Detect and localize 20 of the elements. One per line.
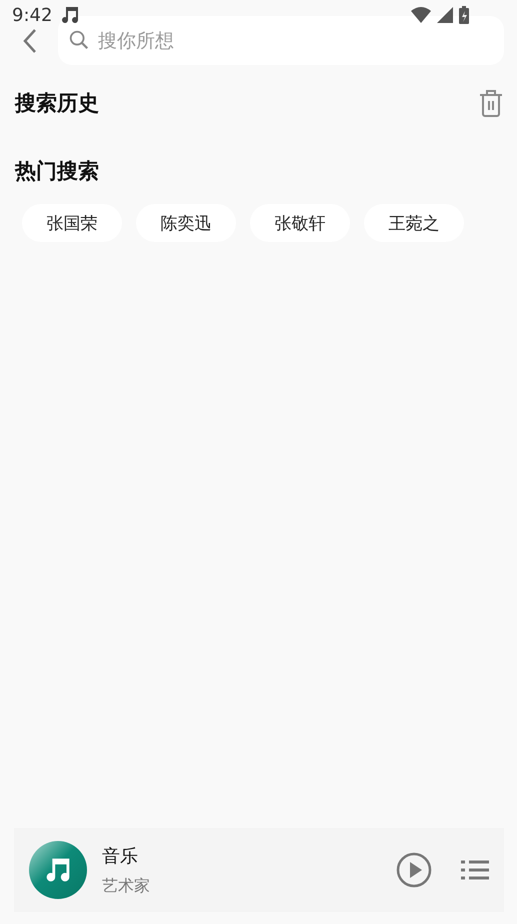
section-title: 热门搜索 xyxy=(15,158,99,185)
search-tag[interactable]: 张国荣 xyxy=(22,204,122,242)
search-icon xyxy=(68,29,90,51)
artist-name: 艺术家 xyxy=(102,876,151,896)
trash-icon xyxy=(479,89,503,117)
battery-icon xyxy=(459,6,469,24)
status-time: 9:42 xyxy=(12,4,52,26)
wifi-icon xyxy=(411,7,431,23)
delete-button[interactable] xyxy=(479,89,503,117)
search-tag[interactable]: 王菀之 xyxy=(364,204,464,242)
song-title: 音乐 xyxy=(102,844,139,868)
back-icon xyxy=(22,28,38,54)
mini-player[interactable]: 音乐 艺术家 xyxy=(14,828,504,912)
search-tag[interactable]: 张敬轩 xyxy=(250,204,350,242)
play-button[interactable] xyxy=(396,852,432,888)
playlist-button[interactable] xyxy=(461,859,489,881)
search-field[interactable]: 搜你所想 xyxy=(58,16,504,65)
search-tag[interactable]: 陈奕迅 xyxy=(136,204,236,242)
signal-icon xyxy=(437,7,453,23)
section-title: 搜索历史 xyxy=(15,90,99,117)
